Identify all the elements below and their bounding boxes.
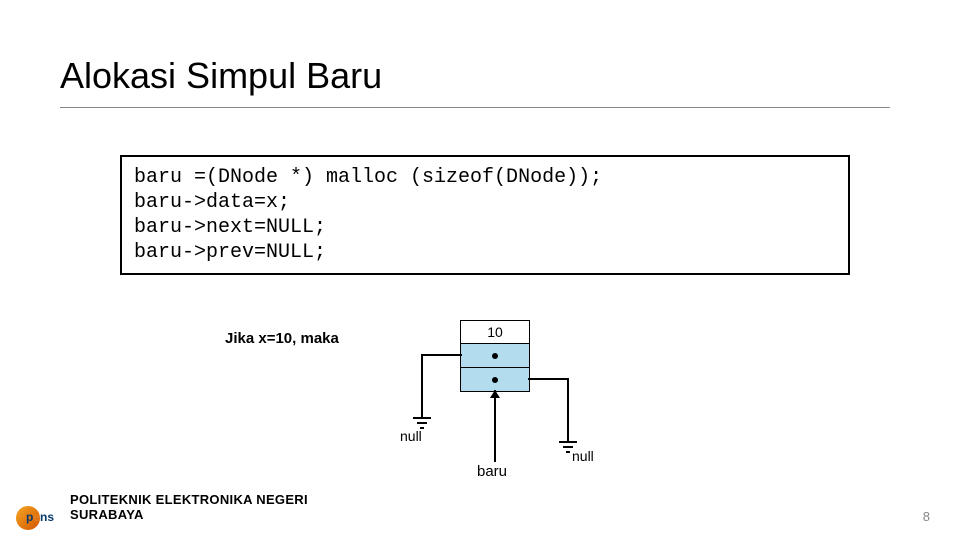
dot-icon [492, 377, 498, 383]
footer-institution: POLITEKNIK ELEKTRONIKA NEGERI SURABAYA [70, 492, 370, 522]
baru-pointer-arrow [494, 390, 496, 462]
node-diagram: 10 null null baru [400, 320, 600, 480]
example-caption: Jika x=10, maka [225, 330, 339, 347]
slide-title: Alokasi Simpul Baru [60, 55, 890, 108]
baru-label: baru [477, 463, 507, 480]
null-label-left: null [400, 428, 422, 444]
null-label-right: null [572, 448, 594, 464]
page-number: 8 [923, 509, 930, 524]
pens-logo: pens [16, 506, 64, 534]
next-null-arrow [528, 378, 569, 453]
node-next-cell [460, 368, 530, 392]
prev-null-arrow [421, 354, 462, 429]
dot-icon [492, 353, 498, 359]
node-data-cell: 10 [460, 320, 530, 344]
dnode-box: 10 [460, 320, 530, 392]
node-prev-cell [460, 344, 530, 368]
logo-text: pens [26, 510, 54, 524]
code-block: baru =(DNode *) malloc (sizeof(DNode)); … [120, 155, 850, 275]
